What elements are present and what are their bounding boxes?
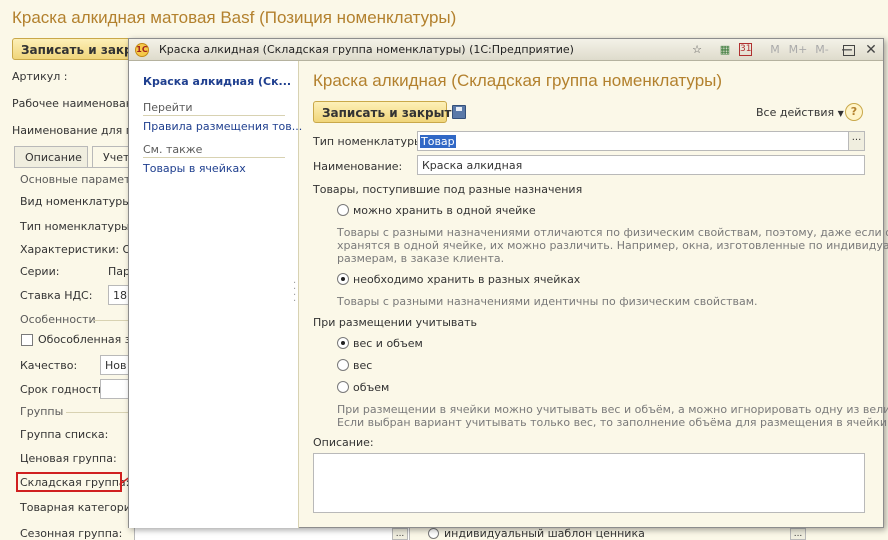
calendar-icon[interactable]: 31	[739, 43, 752, 56]
hint-one-cell-line3: размерам, в заказе клиента.	[337, 252, 505, 265]
radio-volume-label[interactable]: объем	[353, 381, 389, 394]
radio-weight-volume-label[interactable]: вес и объем	[353, 337, 423, 350]
radio-volume[interactable]	[337, 381, 349, 393]
item-type-field[interactable]: Товар ...	[417, 131, 865, 151]
radio-diff-cells-label[interactable]: необходимо хранить в разных ячейках	[353, 273, 580, 286]
dialog-nav-panel: Краска алкидная (Ск... Перейти Правила р…	[129, 61, 302, 528]
item-type-label: Тип номенклатуры:	[313, 135, 427, 148]
placement-header: При размещении учитывать	[313, 316, 478, 329]
hint-one-cell-line2: хранятся в одной ячейке, их можно различ…	[337, 239, 888, 252]
star-icon[interactable]: ☆	[689, 42, 705, 58]
all-actions-menu[interactable]: Все действия ▼	[756, 106, 844, 119]
help-button[interactable]: ?	[845, 103, 863, 121]
chevron-down-icon: ▼	[837, 109, 844, 118]
purpose-header: Товары, поступившие под разные назначени…	[313, 183, 583, 196]
dialog-title-bar: 1С Краска алкидная (Складская группа ном…	[129, 39, 883, 61]
radio-weight[interactable]	[337, 359, 349, 371]
memory-m-button[interactable]: M	[767, 42, 783, 58]
item-type-select-button[interactable]: ...	[848, 132, 864, 150]
dialog-window: 1С Краска алкидная (Складская группа ном…	[128, 38, 888, 528]
description-textarea[interactable]	[313, 453, 865, 513]
name-label: Наименование:	[313, 160, 403, 173]
dialog-window-title: Краска алкидная (Складская группа номенк…	[159, 43, 574, 56]
app-logo-icon: 1С	[135, 43, 149, 57]
dialog-form-title: Краска алкидная (Складская группа номенк…	[313, 71, 723, 90]
nav-goto-header: Перейти	[143, 101, 193, 114]
nav-see-also-divider	[143, 157, 285, 158]
radio-weight-label[interactable]: вес	[353, 359, 372, 372]
save-icon[interactable]	[452, 105, 466, 119]
nav-placement-rules-link[interactable]: Правила размещения тов...	[143, 120, 302, 133]
nav-goods-in-cells-link[interactable]: Товары в ячейках	[143, 162, 246, 175]
panel-splitter[interactable]: · · · ·	[293, 279, 297, 307]
name-field[interactable]: Краска алкидная	[417, 155, 865, 175]
close-icon[interactable]: ✕	[863, 42, 879, 58]
memory-plus-button[interactable]: M+	[787, 42, 809, 58]
memory-minus-button[interactable]: M-	[811, 42, 833, 58]
nav-see-also-header: См. также	[143, 143, 203, 156]
save-close-button[interactable]: Записать и закрыть	[313, 101, 459, 123]
hint-diff-cells: Товары с разными назначениями идентичны …	[337, 295, 758, 308]
radio-one-cell-label[interactable]: можно хранить в одной ячейке	[353, 204, 536, 217]
description-label: Описание:	[313, 436, 374, 449]
nav-current-item[interactable]: Краска алкидная (Ск...	[143, 75, 291, 88]
radio-diff-cells[interactable]	[337, 273, 349, 285]
maximize-icon[interactable]	[843, 45, 855, 56]
hint-placement-line2: Если выбран вариант учитывать только вес…	[337, 416, 888, 429]
hint-placement-line1: При размещении в ячейки можно учитывать …	[337, 403, 888, 416]
calculator-icon[interactable]: ▦	[717, 42, 733, 58]
radio-weight-volume[interactable]	[337, 337, 349, 349]
radio-one-cell[interactable]	[337, 204, 349, 216]
nav-goto-divider	[143, 115, 285, 116]
hint-one-cell-line1: Товары с разными назначениями отличаются…	[337, 226, 888, 239]
